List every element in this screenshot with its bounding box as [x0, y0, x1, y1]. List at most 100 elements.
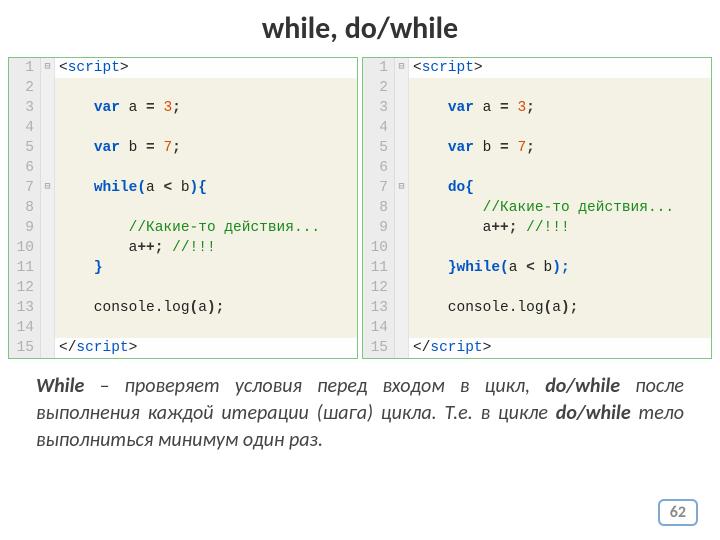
- fold-marker: [41, 338, 54, 358]
- fold-marker: [395, 258, 408, 278]
- line-number: 1: [9, 58, 40, 78]
- line-number: 9: [9, 218, 40, 238]
- fold-column: ⊟⊟: [41, 58, 55, 358]
- fold-marker: [41, 138, 54, 158]
- fold-marker: [395, 238, 408, 258]
- desc-text: – проверяет условия перед входом в цикл,: [84, 374, 545, 398]
- code-line: [409, 318, 711, 338]
- fold-marker: [41, 298, 54, 318]
- fold-marker: ⊟: [41, 58, 54, 78]
- line-number: 2: [9, 78, 40, 98]
- fold-marker: [395, 298, 408, 318]
- fold-marker: [395, 198, 408, 218]
- fold-marker: [41, 218, 54, 238]
- line-number: 5: [363, 138, 394, 158]
- line-number: 6: [363, 158, 394, 178]
- line-gutter: 123456789101112131415: [9, 58, 41, 358]
- line-number: 13: [363, 298, 394, 318]
- code-line: console.log(a);: [409, 298, 711, 318]
- code-line: <script>: [409, 58, 711, 78]
- code-line: [55, 198, 357, 218]
- code-line: [409, 278, 711, 298]
- code-row: 123456789101112131415 ⊟⊟ <script> var a …: [0, 57, 720, 359]
- line-number: 4: [9, 118, 40, 138]
- line-number: 10: [9, 238, 40, 258]
- line-number: 2: [363, 78, 394, 98]
- line-number: 13: [9, 298, 40, 318]
- line-number: 11: [9, 258, 40, 278]
- line-number: 7: [363, 178, 394, 198]
- fold-marker: [41, 198, 54, 218]
- fold-marker: [41, 98, 54, 118]
- fold-marker: [395, 318, 408, 338]
- fold-marker: ⊟: [41, 178, 54, 198]
- fold-marker: [41, 78, 54, 98]
- code-line: a++; //!!!: [409, 218, 711, 238]
- code-line: [409, 118, 711, 138]
- line-number: 14: [363, 318, 394, 338]
- fold-marker: [395, 118, 408, 138]
- line-number: 11: [363, 258, 394, 278]
- code-line: do{: [409, 178, 711, 198]
- code-line: [55, 118, 357, 138]
- code-line: [409, 238, 711, 258]
- code-line: [55, 278, 357, 298]
- line-number: 7: [9, 178, 40, 198]
- line-number: 1: [363, 58, 394, 78]
- line-number: 5: [9, 138, 40, 158]
- code-line: [55, 318, 357, 338]
- code-line: }while(a < b);: [409, 258, 711, 278]
- line-number: 12: [363, 278, 394, 298]
- code-line: console.log(a);: [55, 298, 357, 318]
- line-number: 3: [9, 98, 40, 118]
- line-gutter: 123456789101112131415: [363, 58, 395, 358]
- fold-marker: [41, 278, 54, 298]
- line-number: 9: [363, 218, 394, 238]
- code-panel-left: 123456789101112131415 ⊟⊟ <script> var a …: [8, 57, 358, 359]
- fold-marker: [41, 238, 54, 258]
- fold-marker: [395, 218, 408, 238]
- fold-marker: [395, 338, 408, 358]
- code-line: //Какие-то действия...: [55, 218, 357, 238]
- line-number: 10: [363, 238, 394, 258]
- code-line: [409, 78, 711, 98]
- fold-marker: [41, 158, 54, 178]
- code-line: [55, 158, 357, 178]
- code-line: var b = 7;: [409, 138, 711, 158]
- line-number: 15: [363, 338, 394, 358]
- code-body: <script> var a = 3; var b = 7; while(a <…: [55, 58, 357, 358]
- description-text: While – проверяет условия перед входом в…: [0, 359, 720, 454]
- line-number: 15: [9, 338, 40, 358]
- line-number: 3: [363, 98, 394, 118]
- page-number-badge: 62: [658, 499, 698, 526]
- desc-bold: do/while: [545, 374, 620, 398]
- fold-marker: [41, 258, 54, 278]
- fold-marker: ⊟: [395, 58, 408, 78]
- desc-bold: While: [36, 374, 84, 398]
- fold-marker: [395, 138, 408, 158]
- fold-marker: [41, 118, 54, 138]
- code-line: //Какие-то действия...: [409, 198, 711, 218]
- code-line: [55, 78, 357, 98]
- code-line: </script>: [55, 338, 357, 358]
- line-number: 14: [9, 318, 40, 338]
- slide-title: while, do/while: [0, 0, 720, 57]
- desc-bold: do/while: [556, 401, 631, 425]
- code-body: <script> var a = 3; var b = 7; do{ //Как…: [409, 58, 711, 358]
- code-line: var a = 3;: [409, 98, 711, 118]
- code-line: <script>: [55, 58, 357, 78]
- line-number: 8: [9, 198, 40, 218]
- line-number: 4: [363, 118, 394, 138]
- fold-marker: [395, 98, 408, 118]
- code-line: var b = 7;: [55, 138, 357, 158]
- fold-marker: ⊟: [395, 178, 408, 198]
- fold-marker: [395, 278, 408, 298]
- code-line: while(a < b){: [55, 178, 357, 198]
- code-line: </script>: [409, 338, 711, 358]
- line-number: 12: [9, 278, 40, 298]
- line-number: 6: [9, 158, 40, 178]
- fold-column: ⊟⊟: [395, 58, 409, 358]
- code-line: [409, 158, 711, 178]
- code-line: a++; //!!!: [55, 238, 357, 258]
- fold-marker: [41, 318, 54, 338]
